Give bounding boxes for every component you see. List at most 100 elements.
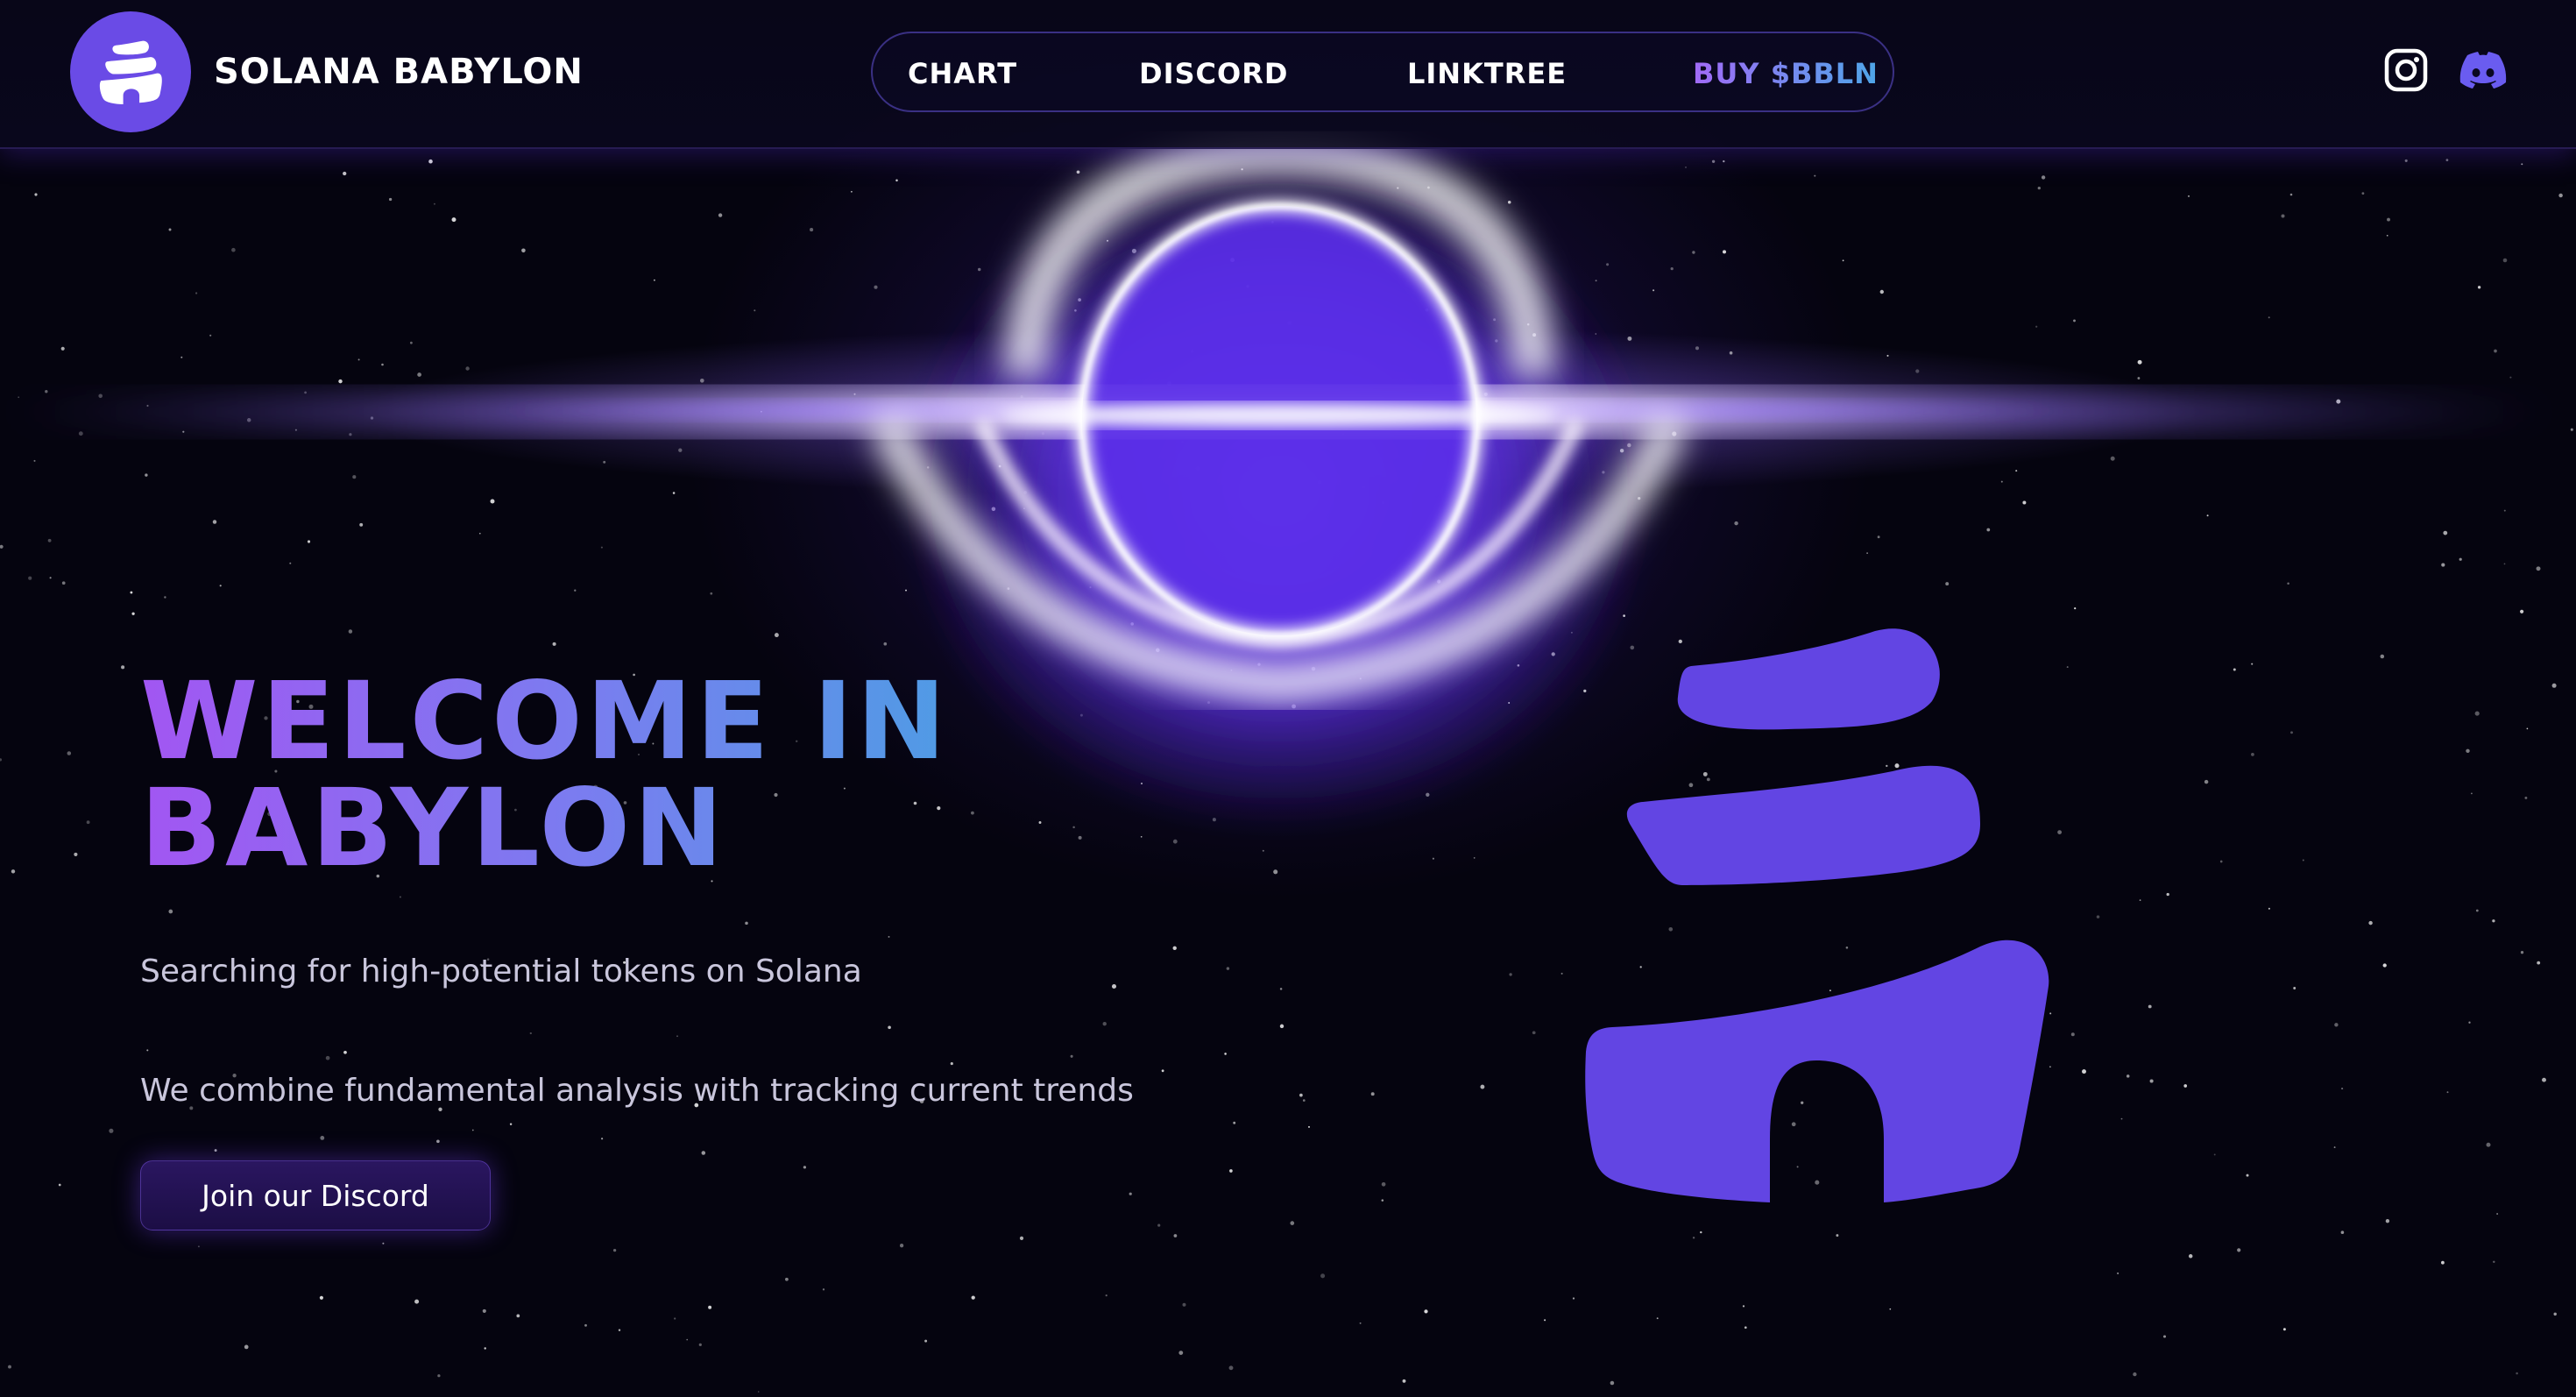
star (18, 396, 20, 399)
hero-title: WELCOME IN BABYLON (140, 668, 1104, 882)
star (1292, 704, 1296, 709)
star (509, 1123, 513, 1125)
star (2074, 607, 2077, 610)
star (1023, 507, 1025, 509)
star (2281, 214, 2285, 218)
star (1362, 485, 1365, 489)
star (1619, 449, 1624, 453)
star (1495, 339, 1498, 343)
join-discord-button[interactable]: Join our Discord (140, 1160, 491, 1230)
star (490, 499, 495, 504)
star (2494, 349, 2497, 353)
star (1381, 1199, 1384, 1202)
star (1457, 381, 1461, 386)
star (2336, 399, 2341, 404)
star (2162, 1335, 2167, 1338)
star (482, 1308, 486, 1313)
star (2466, 748, 2470, 754)
star (529, 1032, 532, 1035)
star (8, 1365, 11, 1369)
star (1161, 1069, 1164, 1073)
star (1627, 336, 1632, 341)
star (950, 1062, 953, 1066)
star (1307, 1125, 1311, 1128)
star (146, 1049, 149, 1052)
star (1595, 333, 1597, 335)
star (1427, 186, 1430, 189)
star (195, 292, 198, 294)
star (244, 1344, 249, 1350)
star (1105, 1294, 1108, 1297)
star (2188, 1254, 2193, 1259)
star (1627, 443, 1631, 448)
star (698, 1343, 702, 1346)
nav-chart[interactable]: CHART (908, 33, 1017, 114)
discord-icon[interactable] (2459, 46, 2508, 95)
star (1507, 200, 1511, 204)
star (2509, 376, 2512, 379)
star (2441, 563, 2445, 567)
star (603, 460, 606, 464)
star (1670, 266, 1674, 271)
star (1230, 258, 1235, 263)
star (1228, 1365, 1234, 1371)
star (1695, 346, 1700, 351)
star (718, 213, 723, 217)
star (2000, 480, 2003, 483)
instagram-icon[interactable] (2381, 46, 2431, 95)
star (11, 869, 16, 874)
star (433, 202, 435, 205)
star (1167, 381, 1171, 386)
star (1229, 1169, 1233, 1173)
star (214, 1149, 217, 1152)
star (888, 935, 890, 938)
star (414, 1299, 420, 1304)
star (2496, 1213, 2498, 1215)
star (2289, 193, 2293, 196)
star (2282, 1328, 2286, 1331)
star (600, 546, 603, 549)
star (1493, 318, 1497, 322)
star (1408, 564, 1411, 567)
star (1302, 1099, 1306, 1102)
star (1692, 251, 1695, 254)
star (352, 475, 357, 479)
nav-buy-token[interactable]: BUY $BBLN (1693, 33, 1879, 114)
star (676, 1035, 678, 1038)
brand[interactable]: SOLANA BABYLON (70, 11, 584, 133)
star (1742, 1305, 1745, 1308)
star (1426, 792, 1430, 797)
star (1230, 669, 1233, 671)
star (2213, 1153, 2216, 1156)
star (1181, 441, 1184, 443)
star (2486, 1142, 2491, 1147)
star (1107, 239, 1108, 242)
star (1129, 1192, 1132, 1195)
star (1508, 702, 1511, 704)
star (2334, 1023, 2339, 1027)
star (2446, 1091, 2449, 1094)
star (1814, 174, 1816, 177)
star (888, 1025, 891, 1030)
star (2341, 1088, 2344, 1090)
star (2302, 859, 2304, 862)
star (1672, 431, 1677, 436)
star (1879, 289, 1884, 294)
star (2137, 359, 2142, 365)
star (2502, 258, 2508, 263)
star (484, 1347, 486, 1350)
star (1247, 465, 1250, 469)
star (1509, 973, 1512, 976)
star (320, 1135, 325, 1140)
star (1483, 392, 1488, 396)
star (1182, 1302, 1186, 1307)
star (699, 378, 704, 383)
star (382, 1242, 385, 1245)
star (2361, 192, 2365, 195)
star (1233, 1121, 1236, 1124)
star (874, 285, 878, 289)
nav-linktree[interactable]: LINKTREE (1407, 33, 1567, 114)
nav-discord[interactable]: DISCORD (1139, 33, 1288, 114)
star (2387, 217, 2390, 222)
star (2287, 582, 2289, 585)
